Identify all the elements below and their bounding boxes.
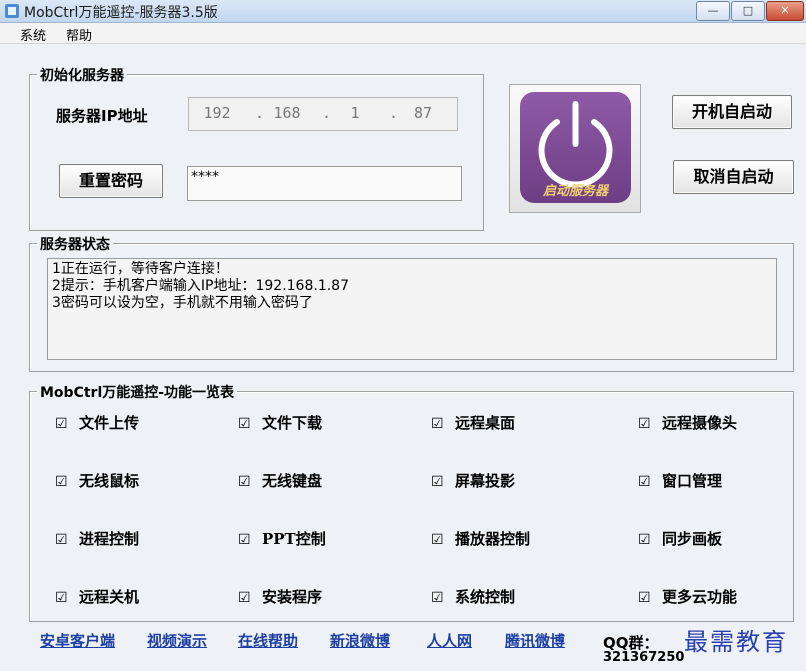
- feature-item[interactable]: ☑ 播放器控制: [431, 528, 530, 549]
- checkbox-checked-icon[interactable]: ☑: [431, 416, 447, 432]
- server-ip-label: 服务器IP地址: [56, 107, 148, 125]
- checkbox-checked-icon[interactable]: ☑: [431, 474, 447, 490]
- feature-item[interactable]: ☑ 窗口管理: [638, 470, 722, 491]
- feature-item[interactable]: ☑ 更多云功能: [638, 586, 737, 607]
- feature-label: 无线键盘: [262, 472, 323, 490]
- feature-label: 安装程序: [262, 588, 323, 606]
- feature-label: PPT控制: [262, 530, 326, 548]
- disable-autostart-button[interactable]: 取消自启动: [673, 160, 794, 194]
- feature-item[interactable]: ☑ 无线鼠标: [55, 470, 139, 491]
- ip-octet-1: 192: [203, 104, 231, 122]
- menu-system[interactable]: 系统: [20, 25, 46, 44]
- feature-label: 进程控制: [79, 530, 140, 548]
- link-renren[interactable]: 人人网: [427, 630, 472, 651]
- menu-bar: 系统 帮助: [0, 23, 806, 44]
- status-line: 1正在运行，等待客户连接！: [52, 261, 229, 277]
- link-online-help[interactable]: 在线帮助: [238, 630, 298, 651]
- window-title: MobCtrl万能遥控-服务器3.5版: [24, 5, 218, 21]
- power-tile: 启动服务器: [520, 92, 631, 203]
- link-tencent-weibo[interactable]: 腾讯微博: [505, 630, 565, 651]
- checkbox-checked-icon[interactable]: ☑: [431, 532, 447, 548]
- maximize-button[interactable]: □: [731, 1, 765, 21]
- checkbox-checked-icon[interactable]: ☑: [238, 416, 254, 432]
- checkbox-checked-icon[interactable]: ☑: [55, 590, 71, 606]
- feature-item[interactable]: ☑ 进程控制: [55, 528, 139, 549]
- minimize-button[interactable]: —: [696, 1, 730, 21]
- feature-item[interactable]: ☑ 同步画板: [638, 528, 722, 549]
- feature-label: 系统控制: [455, 588, 516, 606]
- ip-separator: .: [322, 104, 332, 122]
- watermark: 最需教育: [684, 628, 788, 656]
- feature-label: 更多云功能: [662, 588, 738, 606]
- app-icon: [5, 4, 19, 18]
- feature-item[interactable]: ☑ 系统控制: [431, 586, 515, 607]
- checkbox-checked-icon[interactable]: ☑: [55, 532, 71, 548]
- feature-label: 远程桌面: [455, 414, 516, 432]
- checkbox-checked-icon[interactable]: ☑: [638, 474, 654, 490]
- feature-item[interactable]: ☑ 远程关机: [55, 586, 139, 607]
- reset-password-button[interactable]: 重置密码: [59, 164, 163, 198]
- feature-item[interactable]: ☑ 无线键盘: [238, 470, 322, 491]
- link-video-demo[interactable]: 视频演示: [147, 630, 207, 651]
- feature-label: 屏幕投影: [455, 472, 516, 490]
- checkbox-checked-icon[interactable]: ☑: [238, 474, 254, 490]
- feature-item[interactable]: ☑ 屏幕投影: [431, 470, 515, 491]
- status-line: 3密码可以设为空，手机就不用输入密码了: [52, 295, 313, 311]
- feature-item[interactable]: ☑ 文件上传: [55, 412, 139, 433]
- feature-label: 文件下载: [262, 414, 323, 432]
- feature-label: 远程摄像头: [662, 414, 738, 432]
- qq-group-number: 321367250: [603, 650, 685, 665]
- init-server-title: 初始化服务器: [37, 65, 127, 85]
- checkbox-checked-icon[interactable]: ☑: [238, 532, 254, 548]
- checkbox-checked-icon[interactable]: ☑: [638, 532, 654, 548]
- status-log: 1正在运行，等待客户连接！ 2提示：手机客户端输入IP地址：192.168.1.…: [47, 258, 777, 360]
- feature-item[interactable]: ☑ 远程桌面: [431, 412, 515, 433]
- feature-label: 远程关机: [79, 588, 140, 606]
- server-ip-field[interactable]: 192 . 168 . 1 . 87: [188, 97, 458, 131]
- feature-label: 无线鼠标: [79, 472, 140, 490]
- server-status-title: 服务器状态: [37, 234, 113, 254]
- enable-autostart-button[interactable]: 开机自启动: [672, 95, 792, 129]
- checkbox-checked-icon[interactable]: ☑: [431, 590, 447, 606]
- feature-label: 播放器控制: [455, 530, 531, 548]
- feature-label: 同步画板: [662, 530, 723, 548]
- checkbox-checked-icon[interactable]: ☑: [238, 590, 254, 606]
- ip-octet-2: 168: [273, 104, 301, 122]
- ip-octet-3: 1: [350, 104, 360, 122]
- password-field[interactable]: ****: [187, 166, 462, 201]
- feature-item[interactable]: ☑ 文件下载: [238, 412, 322, 433]
- feature-item[interactable]: ☑ 远程摄像头: [638, 412, 737, 433]
- ip-separator: .: [255, 104, 265, 122]
- checkbox-checked-icon[interactable]: ☑: [55, 416, 71, 432]
- link-sina-weibo[interactable]: 新浪微博: [330, 630, 390, 651]
- link-android-client[interactable]: 安卓客户端: [40, 630, 115, 651]
- checkbox-checked-icon[interactable]: ☑: [55, 474, 71, 490]
- ip-octet-4: 87: [413, 104, 433, 122]
- close-button[interactable]: ✕: [766, 1, 804, 21]
- feature-label: 文件上传: [79, 414, 140, 432]
- feature-item[interactable]: ☑ 安装程序: [238, 586, 322, 607]
- title-bar: MobCtrl万能遥控-服务器3.5版 — □ ✕: [0, 0, 806, 23]
- ip-separator: .: [389, 104, 399, 122]
- feature-label: 窗口管理: [662, 472, 723, 490]
- status-line: 2提示：手机客户端输入IP地址：192.168.1.87: [52, 278, 349, 294]
- menu-help[interactable]: 帮助: [66, 25, 92, 44]
- feature-item[interactable]: ☑ PPT控制: [238, 528, 326, 549]
- start-server-label: 启动服务器: [542, 184, 608, 199]
- features-title: MobCtrl万能遥控-功能一览表: [37, 382, 238, 402]
- checkbox-checked-icon[interactable]: ☑: [638, 416, 654, 432]
- start-server-button[interactable]: 启动服务器: [509, 84, 641, 213]
- checkbox-checked-icon[interactable]: ☑: [638, 590, 654, 606]
